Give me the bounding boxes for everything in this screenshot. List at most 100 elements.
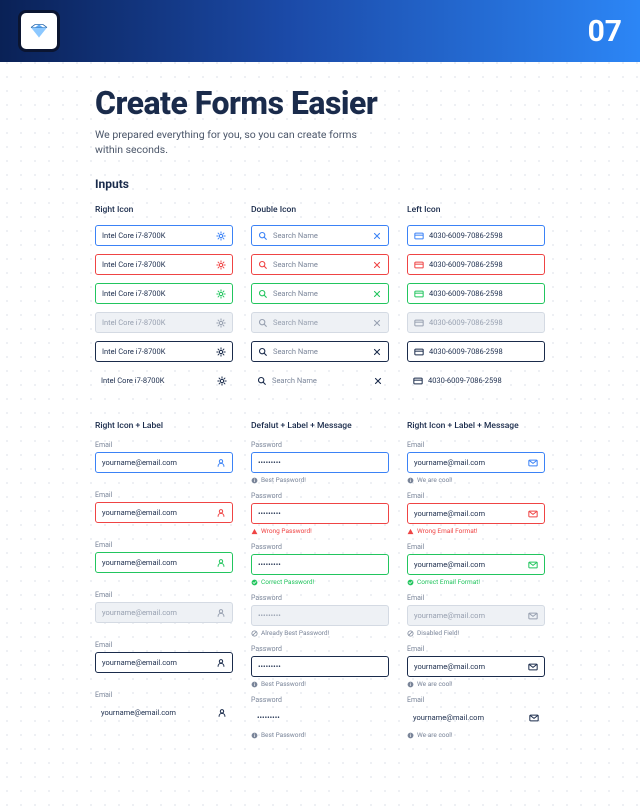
mail-icon	[528, 509, 538, 519]
col-title-right-icon: Right Icon	[95, 205, 233, 215]
input-cpu[interactable]: Intel Core i7-8700K	[95, 341, 233, 362]
clear-icon[interactable]	[372, 260, 382, 270]
search-input[interactable]: Search Name	[251, 254, 389, 275]
card-input[interactable]: 4030-6009-7086-2598	[407, 283, 545, 304]
email-input[interactable]: yourname@mail.com	[407, 656, 545, 677]
email-input[interactable]: yourname@mail.com	[407, 452, 545, 473]
mail-icon	[528, 458, 538, 468]
search-input[interactable]: Search Name	[251, 341, 389, 362]
field-message: Best Password!	[251, 476, 389, 484]
card-icon	[414, 318, 424, 328]
email-input[interactable]: yourname@email.com	[95, 652, 233, 673]
user-icon	[216, 658, 226, 668]
col-title-righticon-label: Right Icon + Label	[95, 421, 233, 431]
user-icon	[216, 608, 226, 618]
search-icon	[258, 347, 268, 357]
clear-icon[interactable]	[373, 376, 383, 386]
field-label: Password	[251, 594, 389, 602]
clear-icon[interactable]	[372, 289, 382, 299]
clear-icon	[372, 318, 382, 328]
user-icon	[216, 508, 226, 518]
field-message: Best Password!	[251, 731, 389, 739]
section-heading: Inputs	[95, 177, 545, 191]
field-label: Password	[251, 645, 389, 653]
card-input[interactable]: 4030-6009-7086-2598	[407, 341, 545, 362]
input-cpu: Intel Core i7-8700K	[95, 312, 233, 333]
mail-icon	[528, 560, 538, 570]
page-number: 07	[588, 14, 622, 49]
card-input[interactable]: 4030-6009-7086-2598	[407, 370, 545, 391]
card-icon	[414, 231, 424, 241]
email-input: yourname@email.com	[95, 602, 233, 623]
col-title-default-label-msg: Defalut + Label + Message	[251, 421, 389, 431]
email-input[interactable]: yourname@email.com	[95, 702, 233, 723]
logo-icon	[18, 10, 60, 52]
field-label: Email	[407, 441, 545, 449]
field-label: Email	[95, 491, 233, 499]
email-input[interactable]: yourname@mail.com	[407, 503, 545, 524]
password-input[interactable]: •••••••••	[251, 656, 389, 677]
input-cpu[interactable]: Intel Core i7-8700K	[95, 370, 233, 391]
email-input: yourname@mail.com	[407, 605, 545, 626]
email-input[interactable]: yourname@email.com	[95, 452, 233, 473]
password-input[interactable]: •••••••••	[251, 503, 389, 524]
field-message: Already Best Password!	[251, 629, 389, 637]
clear-icon[interactable]	[372, 347, 382, 357]
card-icon	[414, 260, 424, 270]
field-label: Password	[251, 543, 389, 551]
card-icon	[414, 347, 424, 357]
card-input: 4030-6009-7086-2598	[407, 312, 545, 333]
field-message: Wrong Password!	[251, 527, 389, 535]
card-input[interactable]: 4030-6009-7086-2598	[407, 254, 545, 275]
field-message: Disabled Field!	[407, 629, 545, 637]
password-input[interactable]: •••••••••	[251, 554, 389, 575]
input-cpu[interactable]: Intel Core i7-8700K	[95, 254, 233, 275]
field-message: We are cool!	[407, 680, 545, 688]
mail-icon	[528, 611, 538, 621]
field-label: Email	[407, 594, 545, 602]
password-input[interactable]: •••••••••	[251, 452, 389, 473]
field-label: Password	[251, 492, 389, 500]
header: 07	[0, 0, 640, 62]
input-cpu[interactable]: Intel Core i7-8700K	[95, 225, 233, 246]
field-label: Email	[95, 641, 233, 649]
field-label: Email	[95, 541, 233, 549]
clear-icon[interactable]	[372, 231, 382, 241]
gear-icon	[216, 289, 226, 299]
mail-icon	[528, 662, 538, 672]
gear-icon	[216, 231, 226, 241]
gear-icon	[216, 318, 226, 328]
search-input[interactable]: Search Name	[251, 283, 389, 304]
password-input[interactable]: •••••••••	[251, 707, 389, 728]
page-title: Create Forms Easier	[95, 84, 545, 122]
search-icon	[258, 289, 268, 299]
field-message: Best Password!	[251, 680, 389, 688]
col-title-double-icon: Double Icon	[251, 205, 389, 215]
card-icon	[414, 289, 424, 299]
page-subtitle: We prepared everything for you, so you c…	[95, 128, 375, 157]
inputs-grid-top: Right Icon Intel Core i7-8700K Intel Cor…	[95, 205, 545, 399]
mail-icon	[529, 713, 539, 723]
card-input[interactable]: 4030-6009-7086-2598	[407, 225, 545, 246]
field-label: Email	[95, 691, 233, 699]
input-cpu[interactable]: Intel Core i7-8700K	[95, 283, 233, 304]
email-input[interactable]: yourname@email.com	[95, 552, 233, 573]
field-message: We are cool!	[407, 731, 545, 739]
email-input[interactable]: yourname@email.com	[95, 502, 233, 523]
gear-icon	[217, 376, 227, 386]
field-message: Correct Password!	[251, 578, 389, 586]
user-icon	[217, 708, 227, 718]
col-title-left-icon: Left Icon	[407, 205, 545, 215]
email-input[interactable]: yourname@mail.com	[407, 554, 545, 575]
field-label: Email	[407, 543, 545, 551]
field-message: Wrong Email Format!	[407, 527, 545, 535]
search-icon	[258, 318, 268, 328]
email-input[interactable]: yourname@mail.com	[407, 707, 545, 728]
field-label: Email	[95, 441, 233, 449]
inputs-grid-bottom: Right Icon + Label Email yourname@email.…	[95, 421, 545, 747]
col-title-righticon-label-msg: Right Icon + Label + Message	[407, 421, 545, 431]
search-input: Search Name	[251, 312, 389, 333]
search-input[interactable]: Search Name	[251, 370, 389, 391]
search-input[interactable]: Search Name	[251, 225, 389, 246]
field-message: We are cool!	[407, 476, 545, 484]
